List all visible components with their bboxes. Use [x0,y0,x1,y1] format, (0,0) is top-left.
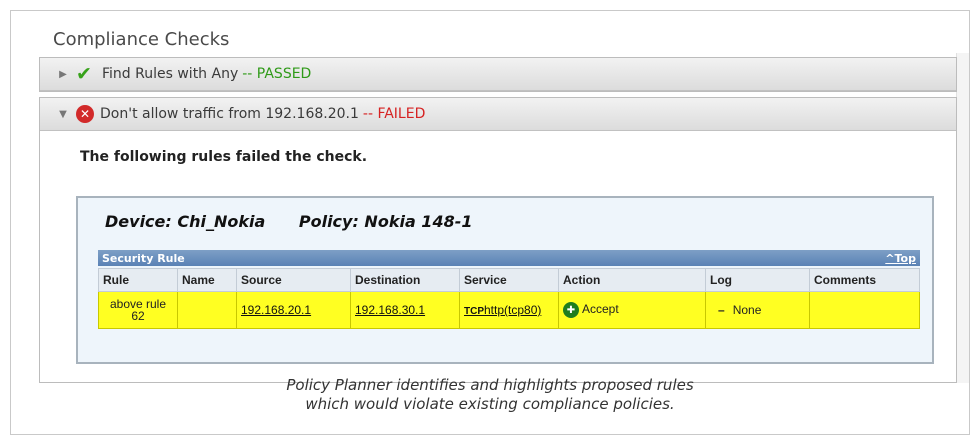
check-name: Find Rules with Any [102,66,239,82]
section-title: Security Rule [102,251,185,265]
caption-line-1: Policy Planner identifies and highlights… [286,376,694,394]
caret-down-icon[interactable]: ▼ [56,109,70,120]
check-panel-passed[interactable]: ▶ ✔ Find Rules with Any -- PASSED [39,57,957,92]
action-label: Accept [582,302,619,317]
device-label: Device: Chi_Nokia [105,212,266,231]
device-policy-line: Device: Chi_Nokia Policy: Nokia 148-1 [105,212,500,231]
rule-cell: above rule 62 [98,291,178,329]
column-header: Source [236,268,351,292]
status-failed: -- FAILED [362,106,426,122]
column-header: Action [558,268,706,292]
window: Compliance Checks ▶ ✔ Find Rules with An… [10,10,970,435]
check-name: Don't allow traffic from 192.168.20.1 [100,106,359,122]
source-cell: 192.168.20.1 [236,291,351,329]
failed-message: The following rules failed the check. [80,149,368,165]
rule-result-box: Device: Chi_Nokia Policy: Nokia 148-1 Se… [76,196,934,364]
top-link[interactable]: ^Top [885,252,916,265]
check-panel-failed: ▼ ✕ Don't allow traffic from 192.168.20.… [39,97,957,383]
check-header[interactable]: ▼ ✕ Don't allow traffic from 192.168.20.… [40,98,956,131]
policy-label: Policy: Nokia 148-1 [298,212,473,231]
scrollbar[interactable] [956,53,969,383]
caption: Policy Planner identifies and highlights… [11,376,969,414]
action-cell: ✚ Accept [558,291,706,329]
name-cell [177,291,237,329]
checkmark-icon: ✔ [76,63,92,85]
column-header: Destination [350,268,460,292]
service-link[interactable]: http(tcp80) [484,303,541,317]
column-header: Rule [98,268,178,292]
accept-icon: ✚ [563,302,579,318]
column-header: Comments [809,268,920,292]
check-header[interactable]: ▶ ✔ Find Rules with Any -- PASSED [40,58,956,91]
table-row: above rule 62 192.168.20.1 192.168.30.1 … [98,291,920,329]
service-cell: TCPhttp(tcp80) [459,291,559,329]
rules-table: Rule Name Source Destination Service Act… [98,268,920,329]
page-title: Compliance Checks [53,29,230,50]
log-cell: – None [705,291,810,329]
x-circle-icon: ✕ [76,105,94,123]
caption-line-2: which would violate existing compliance … [305,395,675,413]
dash-icon: – [718,303,725,317]
table-header-row: Rule Name Source Destination Service Act… [98,268,920,292]
service-proto[interactable]: TCP [464,306,484,317]
status-passed: -- PASSED [242,66,312,82]
column-header: Service [459,268,559,292]
column-header: Log [705,268,810,292]
column-header: Name [177,268,237,292]
source-link[interactable]: 192.168.20.1 [241,303,311,317]
destination-link[interactable]: 192.168.30.1 [355,303,425,317]
section-header: Security Rule ^Top [98,250,920,266]
log-label: None [732,303,762,317]
destination-cell: 192.168.30.1 [350,291,460,329]
comments-cell [809,291,920,329]
caret-right-icon[interactable]: ▶ [56,69,70,80]
